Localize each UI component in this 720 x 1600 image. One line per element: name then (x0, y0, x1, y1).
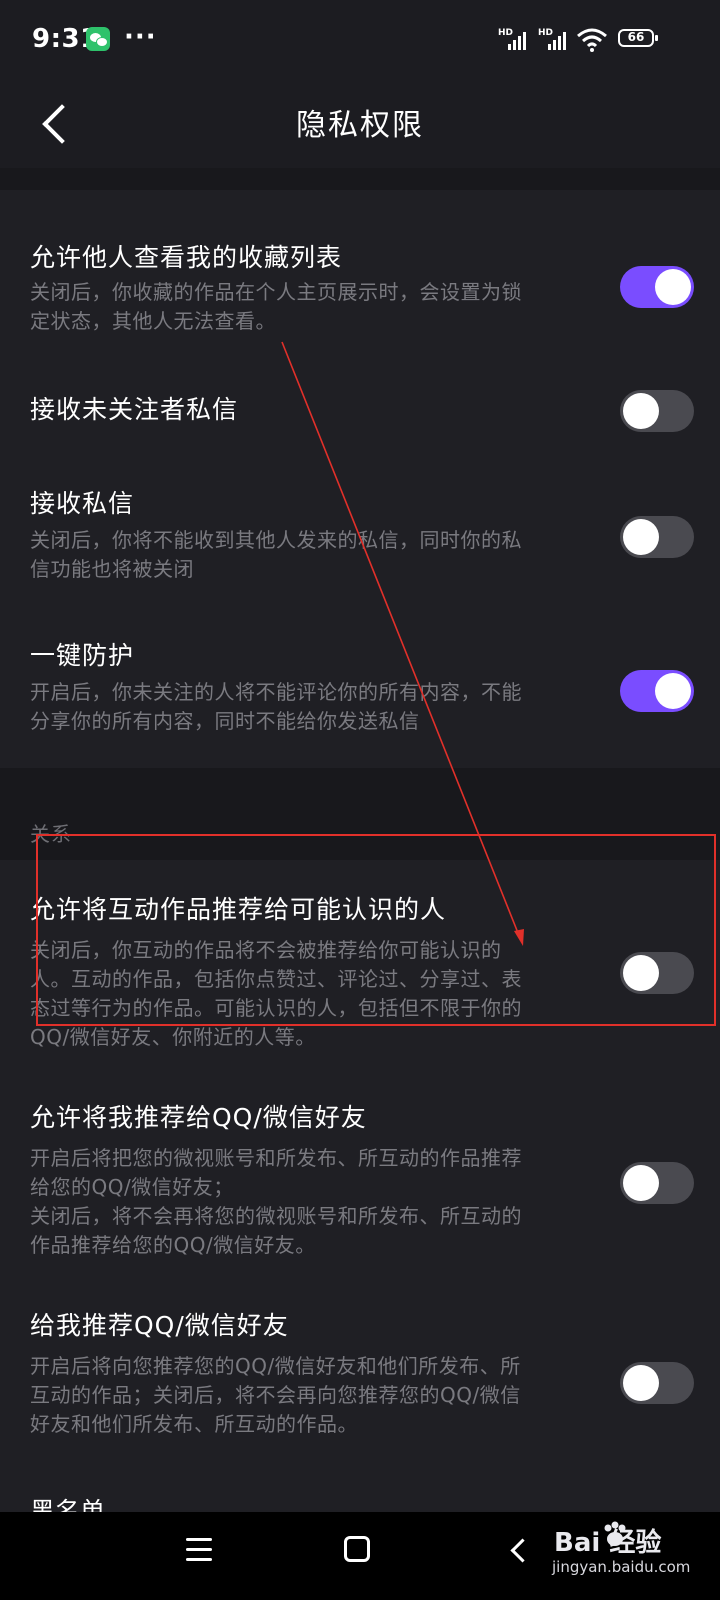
hd-label: HD (498, 28, 514, 38)
row-title: 接收私信 (30, 489, 135, 518)
row-title: 接收未关注者私信 (30, 395, 239, 424)
row-title: 一键防护 (30, 641, 135, 670)
menu-icon[interactable] (186, 1538, 212, 1562)
divider (0, 168, 720, 190)
setting-row-favorites[interactable]: 允许他人查看我的收藏列表 关闭后，你收藏的作品在个人主页展示时，会设置为锁 定状… (0, 230, 720, 340)
partial-row-title[interactable]: 黑名单 (30, 1492, 105, 1512)
watermark-url: jingyan.baidu.com (552, 1558, 691, 1576)
toggle-switch[interactable] (620, 1362, 694, 1404)
title-bar: 隐私权限 (0, 80, 720, 168)
paw-icon (604, 1521, 626, 1546)
back-icon[interactable] (506, 1538, 532, 1564)
baidu-watermark: Bai 经验 jingyan.baidu.com (552, 1518, 712, 1582)
setting-row-one-key-protect[interactable]: 一键防护 开启后，你未关注的人将不能评论你的所有内容，不能 分享你的所有内容，同… (0, 628, 720, 738)
toggle-knob (623, 393, 659, 429)
row-title: 允许将我推荐给QQ/微信好友 (30, 1103, 367, 1132)
more-dots-icon: ··· (124, 22, 157, 52)
battery-level: 66 (627, 30, 645, 44)
status-bar: 9:31 ··· HD HD 66 (0, 0, 720, 80)
row-description: 开启后，你未关注的人将不能评论你的所有内容，不能 分享你的所有内容，同时不能给你… (30, 680, 522, 733)
row-title: 允许他人查看我的收藏列表 (30, 243, 343, 272)
toggle-knob (655, 269, 691, 305)
row-description: 关闭后，你将不能收到其他人发来的私信，同时你的私 信功能也将被关闭 (30, 528, 522, 581)
toggle-switch[interactable] (620, 266, 694, 308)
setting-row-messages[interactable]: 接收私信 关闭后，你将不能收到其他人发来的私信，同时你的私 信功能也将被关闭 (0, 476, 720, 586)
toggle-switch[interactable] (620, 390, 694, 432)
toggle-switch[interactable] (620, 516, 694, 558)
row-description: 关闭后，你收藏的作品在个人主页展示时，会设置为锁 定状态，其他人无法查看。 (30, 280, 522, 333)
wechat-icon (86, 27, 110, 51)
row-description: 开启后将向您推荐您的QQ/微信好友和他们所发布、所 互动的作品；关闭后，将不会再… (30, 1354, 521, 1436)
toggle-switch[interactable] (620, 670, 694, 712)
toggle-switch[interactable] (620, 1162, 694, 1204)
signal-icon: HD (498, 28, 528, 50)
home-icon[interactable] (344, 1536, 370, 1562)
setting-row-recommend-me[interactable]: 允许将我推荐给QQ/微信好友 开启后将把您的微视账号和所发布、所互动的作品推荐 … (0, 1090, 720, 1260)
setting-row-stranger-messages[interactable]: 接收未关注者私信 (0, 384, 720, 444)
row-description: 开启后将把您的微视账号和所发布、所互动的作品推荐 给您的QQ/微信好友； 关闭后… (30, 1146, 522, 1257)
row-title: 给我推荐QQ/微信好友 (30, 1311, 289, 1340)
hd-label: HD (538, 28, 554, 38)
wifi-icon (577, 28, 607, 52)
toggle-knob (623, 1165, 659, 1201)
setting-row-recommend-friends[interactable]: 给我推荐QQ/微信好友 开启后将向您推荐您的QQ/微信好友和他们所发布、所 互动… (0, 1298, 720, 1448)
toggle-knob (655, 673, 691, 709)
toggle-knob (623, 1365, 659, 1401)
battery-icon: 66 (618, 29, 658, 47)
page-title: 隐私权限 (296, 108, 424, 143)
signal-icon-2: HD (538, 28, 568, 50)
annotation-highlight-box (36, 834, 716, 1026)
toggle-knob (623, 519, 659, 555)
